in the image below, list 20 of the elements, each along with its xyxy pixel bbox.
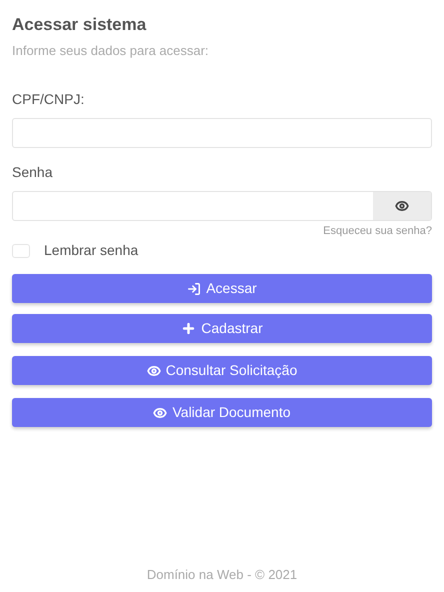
plus-icon [181, 321, 196, 336]
action-button[interactable]: Validar Documento [12, 398, 432, 428]
page-subtitle: Informe seus dados para acessar: [12, 42, 210, 60]
footer-text: Domínio na Web - © 2021 [146, 566, 298, 584]
checkbox[interactable] [12, 244, 30, 258]
field-label: Senha [12, 162, 54, 182]
eye-icon [146, 364, 161, 378]
action-button[interactable]: Consultar Solicitação [12, 356, 432, 386]
action-button[interactable]: Acessar [12, 274, 432, 304]
eye-icon [153, 406, 168, 420]
eye-icon [395, 198, 409, 213]
forgot-password-link[interactable]: Esqueceu sua senha? [323, 222, 432, 240]
input-field[interactable] [12, 118, 432, 148]
checkbox-label: Lembrar senha [44, 241, 138, 260]
action-button[interactable]: Cadastrar [12, 314, 432, 344]
password-field[interactable] [12, 190, 432, 221]
page-title: Acessar sistema [12, 14, 148, 36]
show-password-button[interactable] [373, 192, 431, 220]
sign-in-icon [187, 282, 202, 296]
field-label: CPF/CNPJ: [12, 90, 86, 109]
